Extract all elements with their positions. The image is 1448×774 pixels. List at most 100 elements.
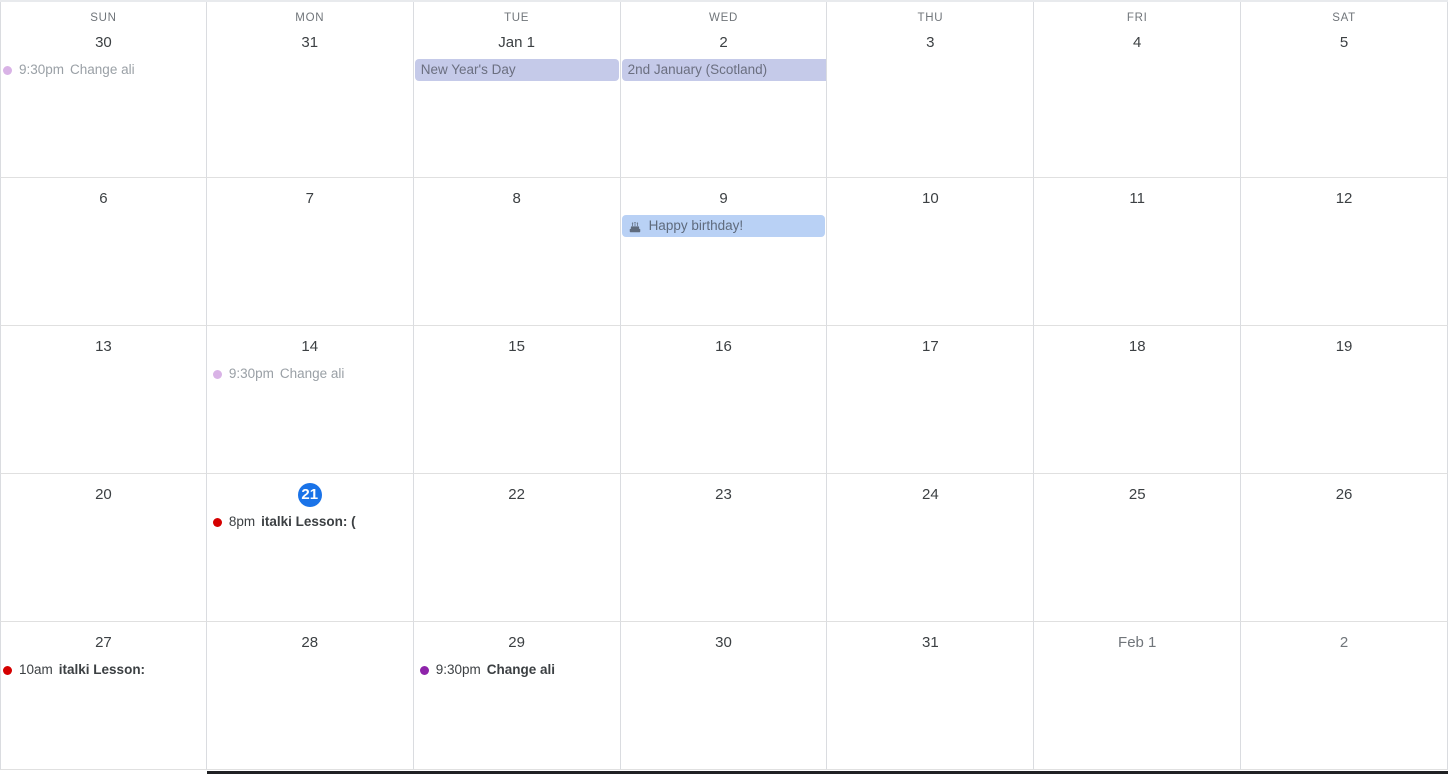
event-title: Happy birthday!	[648, 218, 744, 233]
calendar-event[interactable]: 9:30pm Change ali	[1, 59, 206, 81]
day-number[interactable]: 31	[207, 31, 413, 55]
day-number[interactable]: 9	[621, 187, 827, 211]
day-cell[interactable]: FRI 4	[1034, 2, 1242, 178]
day-cell[interactable]: SAT 5	[1241, 2, 1448, 178]
day-number[interactable]: 17	[827, 335, 1033, 359]
day-number[interactable]: 22	[414, 483, 620, 507]
calendar-event[interactable]: 8pm italki Lesson: (	[207, 511, 413, 533]
calendar-event[interactable]: Happy birthday!	[621, 215, 826, 237]
day-cell[interactable]: 16	[620, 326, 828, 474]
calendar-event[interactable]: 10am italki Lesson:	[1, 659, 206, 681]
day-cell[interactable]: 7	[206, 178, 414, 326]
day-cell[interactable]: 22	[413, 474, 621, 622]
day-cell[interactable]: 2	[1241, 622, 1448, 770]
day-number[interactable]: 5	[1241, 31, 1447, 55]
day-cell[interactable]: 28	[206, 622, 414, 770]
day-number[interactable]: 30	[1, 31, 206, 55]
day-number[interactable]: 26	[1241, 483, 1447, 507]
day-cell[interactable]: 29 9:30pm Change ali	[413, 622, 621, 770]
day-number-label: 12	[1335, 190, 1353, 207]
day-cell[interactable]: 27 10am italki Lesson:	[0, 622, 207, 770]
day-number[interactable]: 4	[1034, 31, 1240, 55]
day-cell[interactable]: 6	[0, 178, 207, 326]
day-number[interactable]: 8	[414, 187, 620, 211]
day-number[interactable]: 30	[621, 631, 827, 655]
event-color-dot-icon	[3, 665, 12, 675]
event-time: 9:30pm	[435, 662, 481, 677]
calendar-event[interactable]: 9:30pm Change ali	[207, 363, 413, 385]
calendar-event[interactable]: New Year's Day	[414, 59, 619, 81]
day-cell[interactable]: 26	[1241, 474, 1448, 622]
day-cell[interactable]: 31	[827, 622, 1035, 770]
day-cell[interactable]: 11	[1034, 178, 1242, 326]
day-number-label: 22	[508, 486, 525, 503]
day-cell[interactable]: 8	[413, 178, 621, 326]
day-cell[interactable]: 24	[827, 474, 1035, 622]
day-cell[interactable]: 30	[620, 622, 828, 770]
day-events: 2nd January (Scotland)	[621, 59, 827, 81]
event-color-dot-icon	[212, 517, 222, 527]
day-cell[interactable]: 21 8pm italki Lesson: (	[206, 474, 414, 622]
day-number[interactable]: 20	[1, 483, 206, 507]
day-cell[interactable]: Feb 1	[1034, 622, 1242, 770]
day-number[interactable]: 23	[621, 483, 827, 507]
day-number-label: 23	[715, 486, 732, 503]
day-number[interactable]: 7	[207, 187, 413, 211]
day-number-label: 18	[1128, 338, 1146, 355]
day-number[interactable]: 11	[1034, 187, 1240, 211]
event-time: 9:30pm	[228, 366, 274, 381]
day-number[interactable]: 10	[827, 187, 1033, 211]
day-events: 9:30pm Change ali	[207, 363, 413, 385]
day-cell[interactable]: MON 31	[206, 2, 414, 178]
day-number[interactable]: 29	[414, 631, 620, 655]
day-number[interactable]: Feb 1	[1034, 631, 1240, 655]
day-cell[interactable]: 15	[413, 326, 621, 474]
day-cell[interactable]: THU 3	[827, 2, 1035, 178]
day-number[interactable]: 13	[1, 335, 206, 359]
day-events: 8pm italki Lesson: (	[207, 511, 413, 533]
day-number[interactable]: 2	[1241, 631, 1447, 655]
day-cell[interactable]: 12	[1241, 178, 1448, 326]
day-cell[interactable]: 17	[827, 326, 1035, 474]
day-cell[interactable]: 9 Happy birthday!	[620, 178, 828, 326]
day-cell[interactable]: 23	[620, 474, 828, 622]
day-number[interactable]: 19	[1241, 335, 1447, 359]
day-number[interactable]: 12	[1241, 187, 1447, 211]
calendar-event[interactable]: 9:30pm Change ali	[414, 659, 620, 681]
day-number[interactable]: 6	[1, 187, 206, 211]
day-number-label: 29	[508, 634, 525, 651]
day-number[interactable]: Jan 1	[414, 31, 620, 55]
day-number[interactable]: 24	[827, 483, 1033, 507]
day-number-label: 31	[922, 634, 939, 651]
day-number[interactable]: 2	[621, 31, 827, 55]
day-number[interactable]: 18	[1034, 335, 1240, 359]
day-number-label: 14	[301, 338, 319, 355]
day-cell[interactable]: 13	[0, 326, 207, 474]
day-cell[interactable]: 14 9:30pm Change ali	[206, 326, 414, 474]
day-number[interactable]: 14	[207, 335, 413, 359]
day-number[interactable]: 21	[207, 483, 413, 507]
day-cell[interactable]: 10	[827, 178, 1035, 326]
day-cell[interactable]: WED 2 2nd January (Scotland)	[620, 2, 828, 178]
day-number-label: 6	[99, 190, 108, 207]
day-number[interactable]: 16	[621, 335, 827, 359]
day-cell[interactable]: 20	[0, 474, 207, 622]
day-number[interactable]: 3	[827, 31, 1033, 55]
day-number[interactable]: 15	[414, 335, 620, 359]
day-cell[interactable]: TUE Jan 1 New Year's Day	[413, 2, 621, 178]
day-number[interactable]: 31	[827, 631, 1033, 655]
day-cell[interactable]: 25	[1034, 474, 1242, 622]
calendar-month-view: SUN 30 9:30pm Change ali MON 31 TUE Jan 1 New Ye…	[0, 0, 1448, 774]
day-cell[interactable]: 18	[1034, 326, 1242, 474]
day-cell[interactable]: SUN 30 9:30pm Change ali	[0, 2, 207, 178]
day-number[interactable]: 25	[1034, 483, 1240, 507]
day-number-label: 24	[922, 486, 939, 503]
day-number-label: 4	[1133, 34, 1142, 51]
day-number[interactable]: 27	[1, 631, 206, 655]
day-cell[interactable]: 19	[1241, 326, 1448, 474]
day-number-label: 28	[301, 634, 319, 651]
calendar-event[interactable]: 2nd January (Scotland)	[621, 59, 827, 81]
day-events: 9:30pm Change ali	[414, 659, 620, 681]
day-number[interactable]: 28	[207, 631, 413, 655]
event-title: 2nd January (Scotland)	[627, 62, 768, 77]
